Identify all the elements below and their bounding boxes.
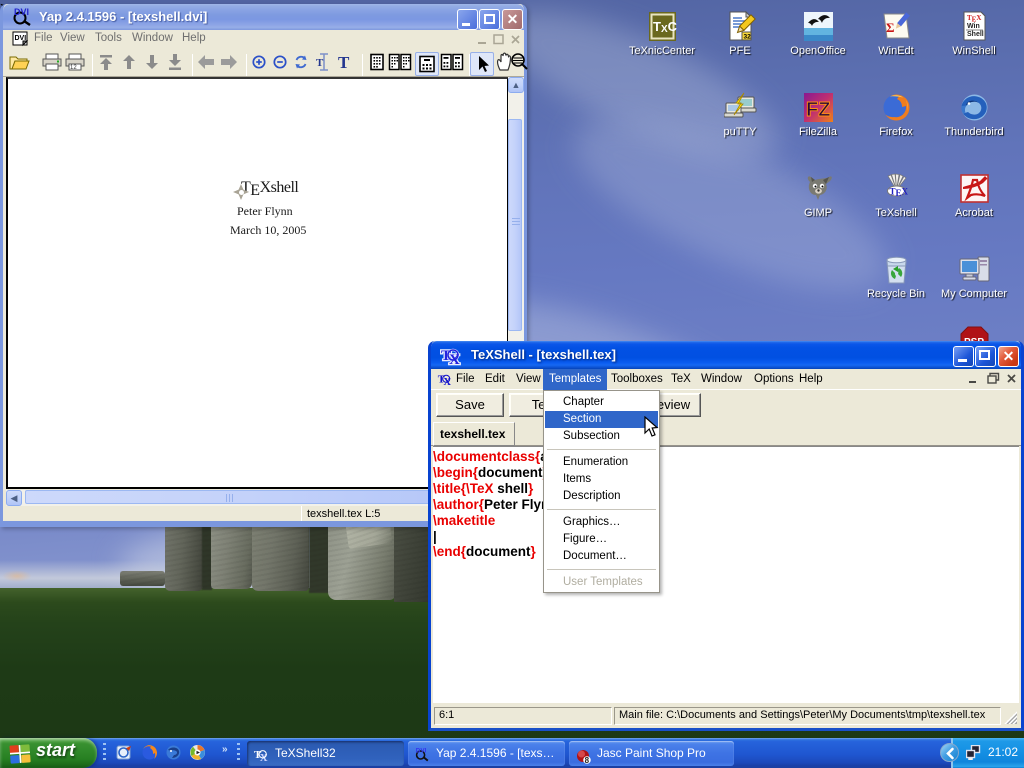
svg-text:Σ: Σ <box>886 20 895 35</box>
svg-text:8: 8 <box>585 756 590 764</box>
svg-text:Shell: Shell <box>967 31 984 38</box>
svg-text:Win: Win <box>967 23 980 30</box>
svg-text:T: T <box>316 57 324 69</box>
svg-text:12: 12 <box>70 65 77 71</box>
svg-text:DVI: DVI <box>416 748 427 755</box>
svg-text:DVI: DVI <box>14 7 29 17</box>
svg-text:TEX: TEX <box>889 187 908 199</box>
svg-text:FZ: FZ <box>806 99 830 121</box>
svg-text:DVI: DVI <box>15 35 27 42</box>
svg-text:32: 32 <box>743 34 751 41</box>
svg-text:T: T <box>338 53 350 72</box>
